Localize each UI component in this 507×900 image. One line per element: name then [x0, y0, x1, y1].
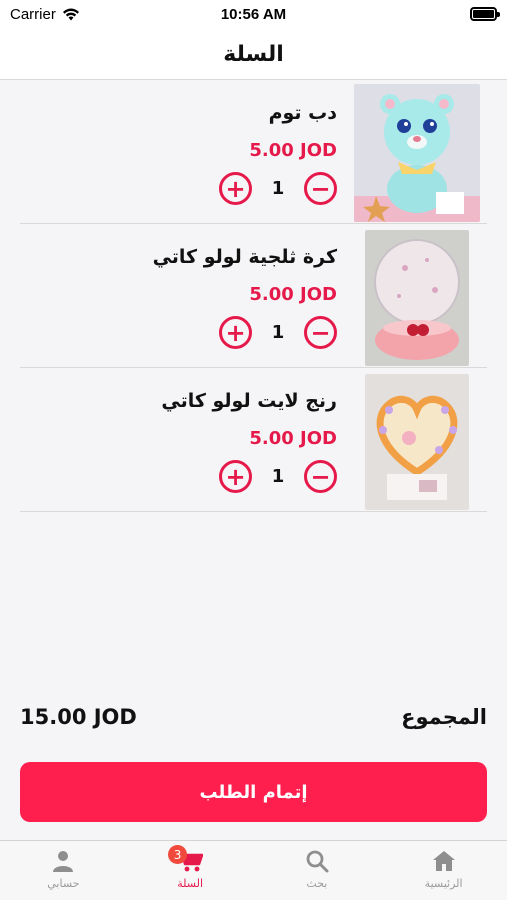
tab-search[interactable]: بحث [254, 841, 381, 900]
increase-quantity-button[interactable]: + [219, 316, 252, 349]
cart-list: دب توم 5.00 JOD + 1 − كرة ثلجية لولو كات… [20, 80, 487, 512]
cart-count-badge: 3 [168, 845, 188, 864]
checkout-button[interactable]: إتمام الطلب [20, 762, 487, 822]
person-icon [53, 851, 74, 872]
decrease-quantity-button[interactable]: − [304, 316, 337, 349]
quantity-stepper: + 1 − [219, 172, 337, 205]
product-name: كرة ثلجية لولو كاتي [152, 246, 337, 268]
home-icon [432, 851, 455, 871]
tab-home-label: الرئيسية [424, 877, 463, 890]
plus-icon: + [225, 462, 246, 491]
plus-icon: + [225, 318, 246, 347]
increase-quantity-button[interactable]: + [219, 172, 252, 205]
cart-item[interactable]: دب توم 5.00 JOD + 1 − [20, 80, 487, 224]
order-total: المجموع 15.00 JOD [20, 700, 487, 740]
total-value: 15.00 JOD [20, 705, 137, 729]
product-image-snow-globe[interactable] [365, 230, 469, 366]
tab-search-label: بحث [306, 877, 328, 890]
tab-account-label: حسابي [47, 877, 80, 890]
product-price: 5.00 JOD [249, 140, 337, 161]
product-name: دب توم [268, 102, 337, 124]
tab-bar: حسابي 3 السلة بحث الرئيسية [0, 840, 507, 900]
search-icon [306, 850, 329, 873]
cart-item[interactable]: رنج لايت لولو كاتي 5.00 JOD + 1 − [20, 368, 487, 512]
decrease-quantity-button[interactable]: − [304, 460, 337, 493]
total-label: المجموع [401, 705, 487, 729]
product-image-heart-ring-light[interactable] [365, 374, 469, 510]
page-title: السلة [223, 42, 284, 67]
battery-icon [470, 7, 500, 21]
product-price: 5.00 JOD [249, 284, 337, 305]
decrease-quantity-button[interactable]: − [304, 172, 337, 205]
quantity-stepper: + 1 − [219, 460, 337, 493]
minus-icon: − [310, 318, 331, 347]
status-bar: Carrier 10:56 AM [0, 0, 507, 30]
cart-item[interactable]: كرة ثلجية لولو كاتي 5.00 JOD + 1 − [20, 224, 487, 368]
tab-cart[interactable]: 3 السلة [127, 841, 254, 900]
quantity-value: 1 [271, 466, 285, 487]
quantity-value: 1 [271, 322, 285, 343]
increase-quantity-button[interactable]: + [219, 460, 252, 493]
tab-account[interactable]: حسابي [0, 841, 127, 900]
minus-icon: − [310, 174, 331, 203]
tab-cart-label: السلة [177, 877, 203, 890]
minus-icon: − [310, 462, 331, 491]
status-time: 10:56 AM [220, 6, 287, 23]
quantity-value: 1 [271, 178, 285, 199]
product-name: رنج لايت لولو كاتي [161, 390, 337, 412]
product-image-teddy-bear[interactable] [354, 84, 480, 222]
quantity-stepper: + 1 − [219, 316, 337, 349]
navigation-bar: السلة [0, 30, 507, 80]
product-price: 5.00 JOD [249, 428, 337, 449]
tab-home[interactable]: الرئيسية [380, 841, 507, 900]
plus-icon: + [225, 174, 246, 203]
